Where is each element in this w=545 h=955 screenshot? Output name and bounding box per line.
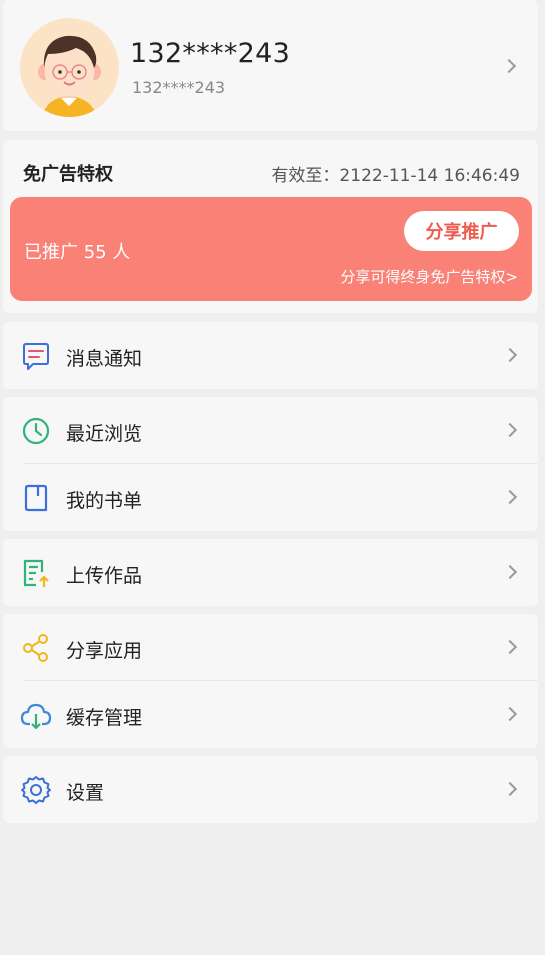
cloud-download-icon bbox=[19, 698, 53, 732]
promo-count: 已推广 55 人 bbox=[24, 242, 131, 263]
menu-group-settings: 设置 bbox=[3, 756, 538, 823]
share-hint-link[interactable]: 分享可得终身免广告特权> bbox=[340, 266, 518, 287]
profile-name: 132****243 bbox=[130, 38, 291, 69]
profile-account: 132****243 bbox=[132, 78, 226, 97]
chevron-right-icon bbox=[502, 639, 518, 655]
promo-banner: 已推广 55 人 分享推广 分享可得终身免广告特权> bbox=[10, 197, 532, 301]
menu-label-share-app: 分享应用 bbox=[66, 640, 143, 662]
menu-label-upload: 上传作品 bbox=[66, 565, 143, 587]
upload-document-icon bbox=[19, 556, 53, 590]
chevron-right-icon bbox=[502, 489, 518, 505]
menu-item-upload[interactable]: 上传作品 bbox=[3, 539, 538, 606]
menu-item-booklist[interactable]: 我的书单 bbox=[3, 464, 538, 531]
gear-icon bbox=[19, 773, 53, 807]
menu-item-history[interactable]: 最近浏览 bbox=[3, 397, 538, 464]
chevron-right-icon bbox=[502, 781, 518, 797]
menu-group-messages: 消息通知 bbox=[3, 322, 538, 389]
menu-group-reading: 最近浏览 我的书单 bbox=[3, 397, 538, 531]
profile-card[interactable]: 132****243 132****243 bbox=[3, 0, 538, 131]
share-promo-button[interactable]: 分享推广 bbox=[404, 211, 519, 251]
menu-label-history: 最近浏览 bbox=[66, 423, 143, 445]
chevron-right-icon bbox=[502, 706, 518, 722]
menu-group-upload: 上传作品 bbox=[3, 539, 538, 606]
valid-until: 有效至：2122-11-14 16:46:49 bbox=[271, 166, 520, 186]
menu-group-app: 分享应用 缓存管理 bbox=[3, 614, 538, 748]
book-icon bbox=[19, 481, 53, 515]
menu-label-settings: 设置 bbox=[66, 782, 105, 804]
menu-item-cache[interactable]: 缓存管理 bbox=[3, 681, 538, 748]
menu-item-share-app[interactable]: 分享应用 bbox=[3, 614, 538, 681]
ad-free-title: 免广告特权 bbox=[23, 164, 113, 185]
menu-item-messages[interactable]: 消息通知 bbox=[3, 322, 538, 389]
menu-item-settings[interactable]: 设置 bbox=[3, 756, 538, 823]
message-icon bbox=[19, 339, 53, 373]
clock-icon bbox=[19, 414, 53, 448]
share-icon bbox=[19, 631, 53, 665]
avatar[interactable] bbox=[20, 18, 119, 117]
chevron-right-icon bbox=[502, 347, 518, 363]
menu-label-cache: 缓存管理 bbox=[66, 707, 143, 729]
ad-free-card: 免广告特权 有效至：2122-11-14 16:46:49 已推广 55 人 分… bbox=[3, 140, 538, 313]
chevron-right-icon bbox=[502, 422, 518, 438]
menu-label-booklist: 我的书单 bbox=[66, 490, 143, 512]
menu-label-messages: 消息通知 bbox=[66, 348, 143, 370]
chevron-right-icon bbox=[502, 564, 518, 580]
chevron-right-icon bbox=[501, 58, 517, 74]
